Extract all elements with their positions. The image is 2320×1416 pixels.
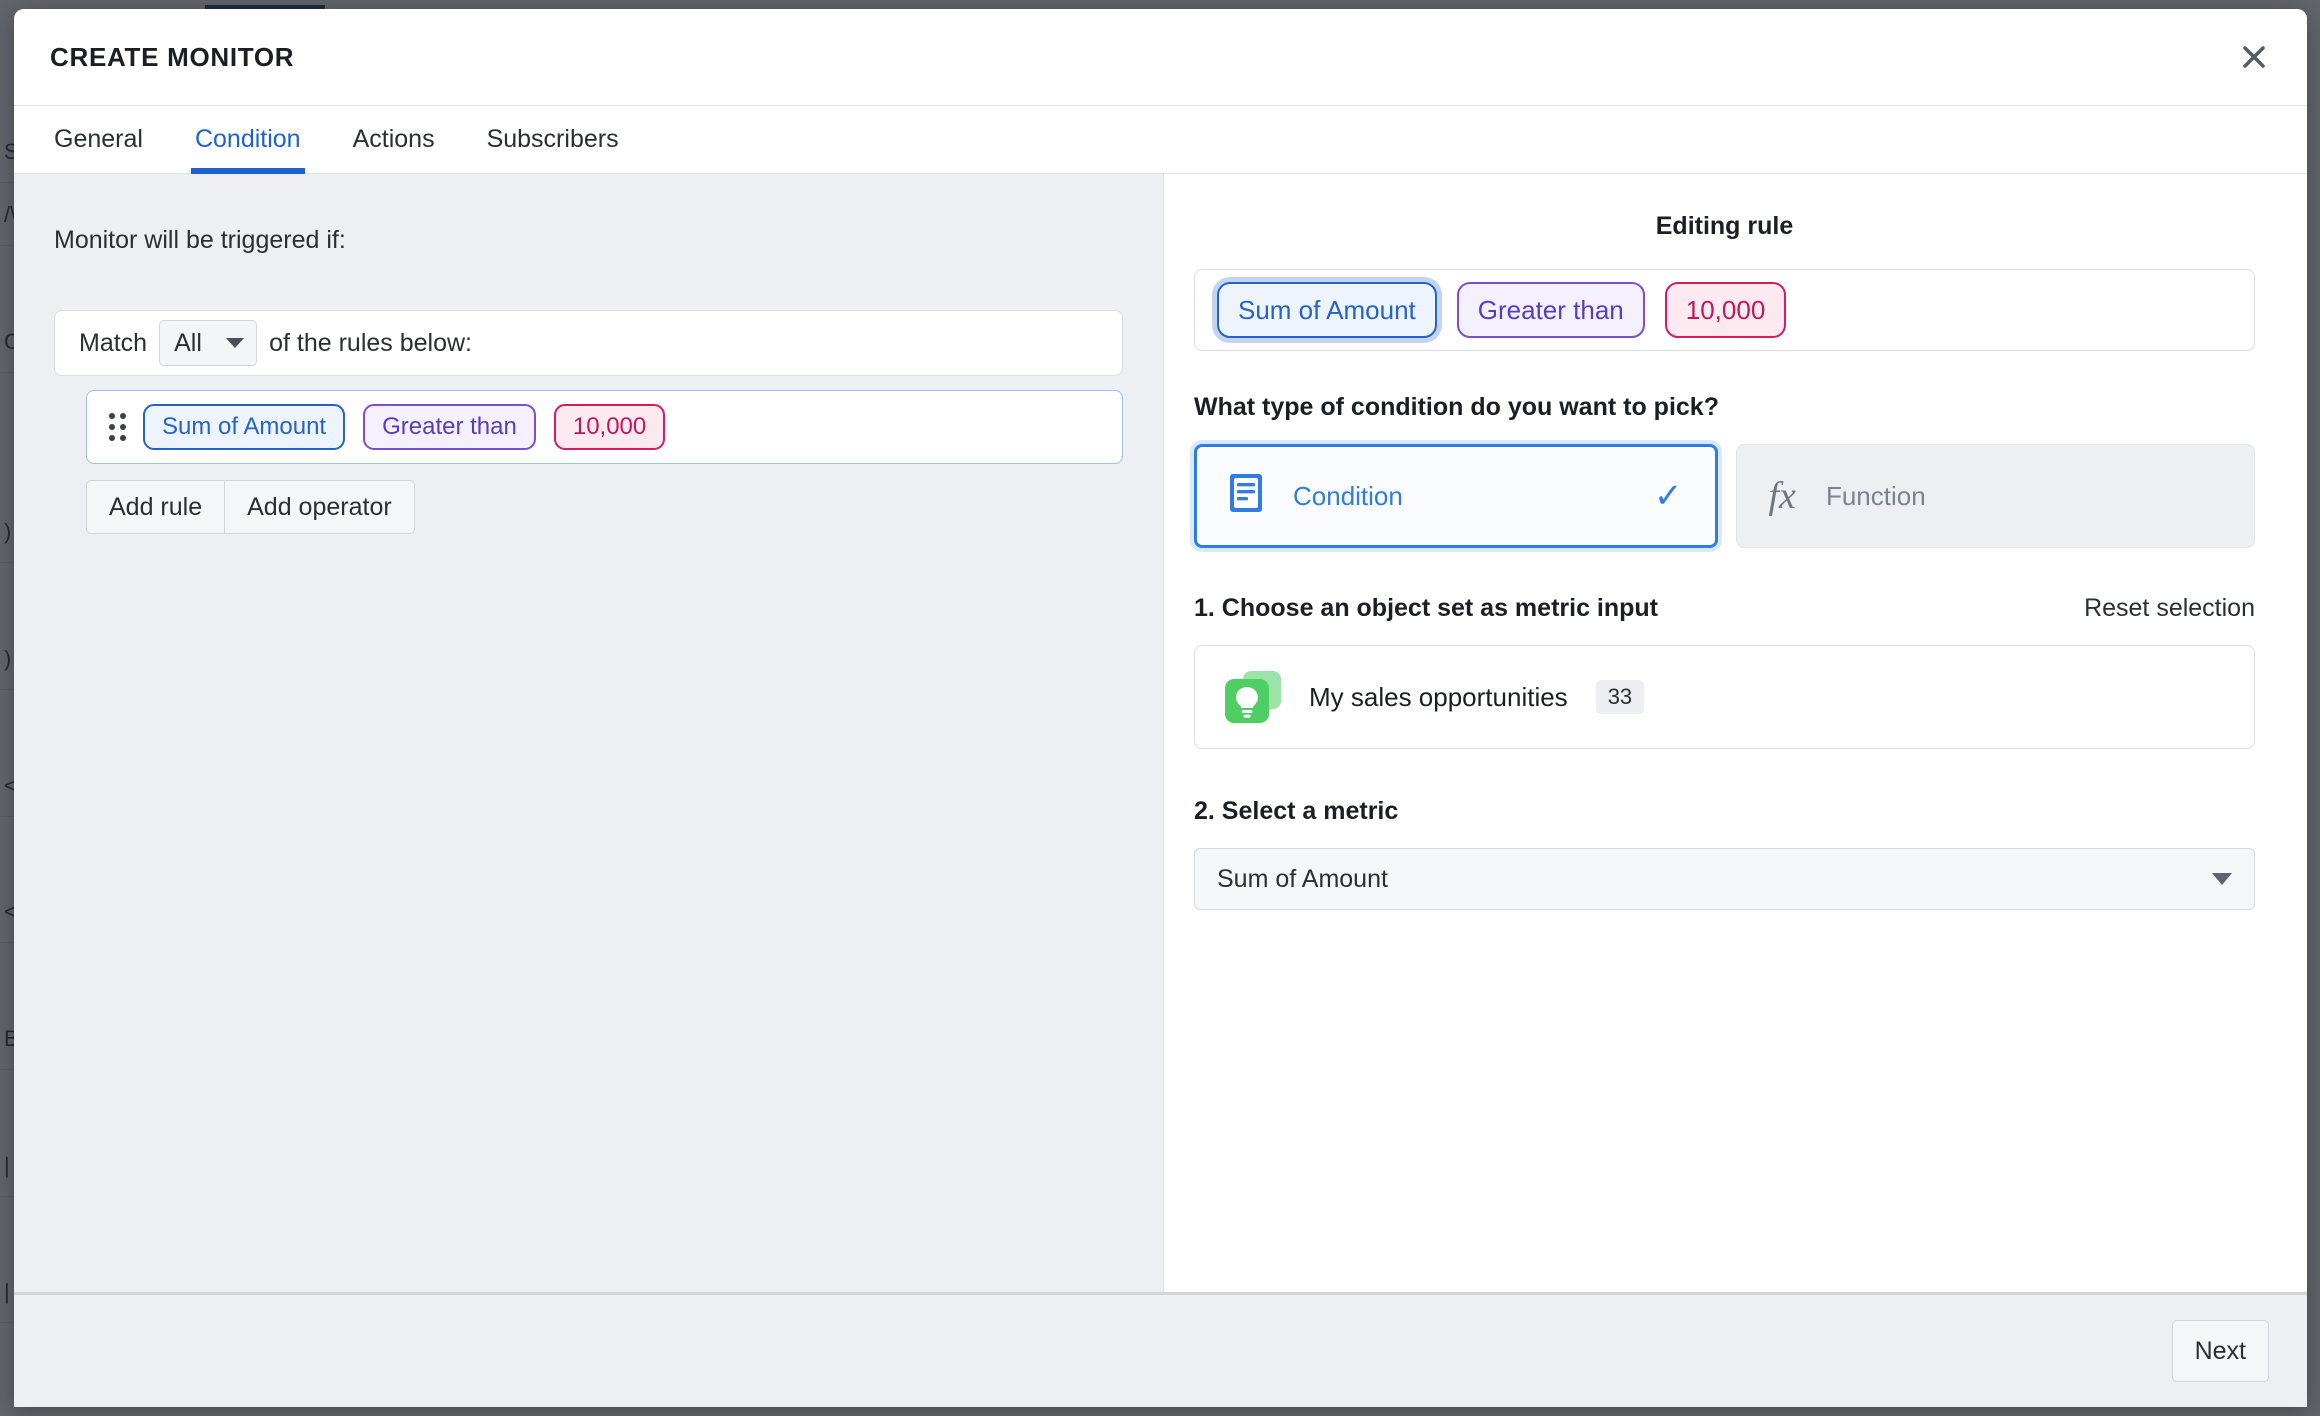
object-set-heading: 1. Choose an object set as metric input bbox=[1194, 594, 1659, 622]
trigger-label: Monitor will be triggered if: bbox=[54, 226, 346, 254]
match-mode-value: All bbox=[174, 328, 202, 357]
add-operator-button[interactable]: Add operator bbox=[225, 480, 415, 534]
chevron-down-icon bbox=[226, 338, 245, 348]
dialog-header: CREATE MONITOR bbox=[14, 9, 2307, 106]
add-rule-button[interactable]: Add rule bbox=[86, 480, 226, 534]
rule-operator-pill[interactable]: Greater than bbox=[363, 404, 536, 450]
rules-list: Sum of Amount Greater than 10,000 Add ru… bbox=[54, 390, 1123, 534]
editor-operator-pill[interactable]: Greater than bbox=[1456, 282, 1645, 338]
condition-type-card[interactable]: Condition ✓ bbox=[1194, 444, 1718, 548]
match-mode-select[interactable]: All bbox=[159, 320, 258, 366]
next-button[interactable]: Next bbox=[2171, 1320, 2269, 1382]
rule-metric-pill[interactable]: Sum of Amount bbox=[143, 404, 346, 450]
fx-icon: fx bbox=[1768, 475, 1796, 517]
tab-subscribers[interactable]: Subscribers bbox=[483, 106, 623, 173]
object-set-name: My sales opportunities bbox=[1309, 681, 1568, 712]
tab-general[interactable]: General bbox=[50, 106, 147, 173]
page-title: CREATE MONITOR bbox=[50, 41, 295, 72]
metric-select-value: Sum of Amount bbox=[1217, 864, 1388, 893]
lightbulb-icon bbox=[1225, 671, 1281, 723]
object-set-count-badge: 33 bbox=[1595, 680, 1645, 714]
dialog-body: Monitor will be triggered if: Match All … bbox=[14, 174, 2307, 1295]
rule-builder-pane: Monitor will be triggered if: Match All … bbox=[14, 174, 1164, 1292]
rule-value-pill[interactable]: 10,000 bbox=[553, 404, 666, 450]
function-type-card[interactable]: fx Function bbox=[1735, 444, 2255, 548]
rule-row[interactable]: Sum of Amount Greater than 10,000 bbox=[86, 390, 1123, 464]
object-set-header: 1. Choose an object set as metric input … bbox=[1194, 594, 2255, 623]
condition-type-options: Condition ✓ fx Function bbox=[1194, 444, 2255, 548]
close-icon[interactable] bbox=[2231, 34, 2277, 80]
match-row: Match All of the rules below: bbox=[54, 310, 1123, 376]
tab-condition[interactable]: Condition bbox=[190, 106, 305, 174]
create-monitor-dialog: CREATE MONITOR General Condition Actions… bbox=[14, 9, 2307, 1407]
dialog-footer: Next bbox=[14, 1295, 2307, 1407]
editing-rule-preview: Sum of Amount Greater than 10,000 bbox=[1194, 269, 2255, 351]
metric-heading: 2. Select a metric bbox=[1194, 797, 1399, 825]
editor-metric-pill[interactable]: Sum of Amount bbox=[1217, 282, 1437, 338]
chevron-down-icon bbox=[2212, 873, 2232, 885]
object-set-row[interactable]: My sales opportunities 33 bbox=[1194, 645, 2255, 749]
editor-value-pill[interactable]: 10,000 bbox=[1664, 282, 1787, 338]
condition-type-heading: What type of condition do you want to pi… bbox=[1194, 393, 1719, 421]
editing-rule-title: Editing rule bbox=[1655, 212, 1794, 240]
drag-handle-icon[interactable] bbox=[109, 413, 126, 441]
check-icon: ✓ bbox=[1654, 477, 1683, 515]
reset-selection-link[interactable]: Reset selection bbox=[2084, 594, 2255, 623]
document-lines-icon bbox=[1229, 473, 1263, 520]
match-prefix-label: Match bbox=[79, 328, 148, 357]
match-suffix-label: of the rules below: bbox=[269, 328, 472, 357]
rule-editor-pane: Editing rule Sum of Amount Greater than … bbox=[1164, 174, 2307, 1292]
dialog-tabs: General Condition Actions Subscribers bbox=[14, 106, 2307, 174]
tab-actions[interactable]: Actions bbox=[349, 106, 439, 173]
rule-actions: Add rule Add operator bbox=[86, 480, 1123, 534]
metric-select[interactable]: Sum of Amount bbox=[1194, 848, 2255, 910]
condition-type-label: Condition bbox=[1293, 480, 1403, 511]
function-type-label: Function bbox=[1825, 480, 1926, 511]
